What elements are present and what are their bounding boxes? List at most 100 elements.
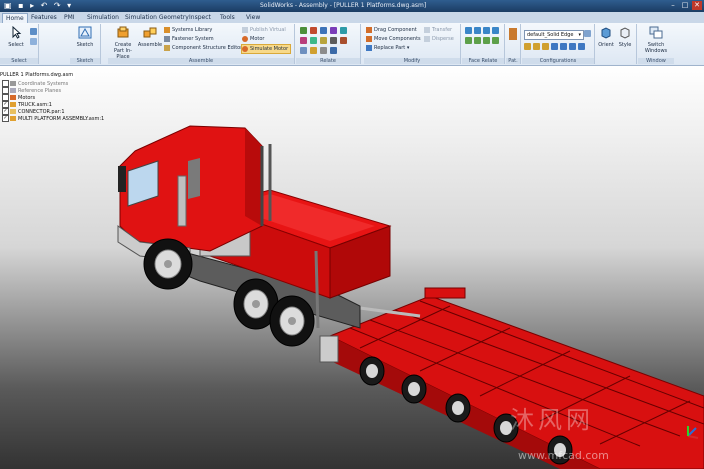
publish-virtual-button[interactable]: Publish Virtual bbox=[242, 26, 286, 34]
move-components-label: Move Components bbox=[374, 36, 421, 42]
select-options-icon[interactable] bbox=[30, 38, 37, 45]
configurations-group: default_Solid Edge ▾ Configurations bbox=[522, 24, 595, 64]
motor-button[interactable]: Motor bbox=[242, 35, 264, 43]
tab-view[interactable]: View bbox=[243, 13, 263, 23]
select-group-label: Select bbox=[0, 58, 38, 64]
axial-align-icon[interactable] bbox=[300, 37, 307, 44]
perpendicular-icon[interactable] bbox=[483, 27, 490, 34]
tree-root[interactable]: PULLER 1 Platforms.dwg.asm bbox=[0, 72, 76, 79]
config-icon-1[interactable] bbox=[524, 43, 531, 50]
coplanar-icon[interactable] bbox=[465, 27, 472, 34]
assemble-button[interactable]: Assemble bbox=[137, 26, 163, 48]
center-plane-icon[interactable] bbox=[330, 47, 337, 54]
cam-icon[interactable] bbox=[330, 37, 337, 44]
create-part-in-place-button[interactable]: Create Part In-Place bbox=[110, 26, 136, 60]
style-button[interactable]: Style bbox=[616, 26, 634, 48]
ground-face-icon[interactable] bbox=[483, 37, 490, 44]
transfer-button[interactable]: Transfer bbox=[424, 26, 452, 34]
close-button[interactable]: ✕ bbox=[692, 1, 702, 10]
move-components-button[interactable]: Move Components bbox=[366, 35, 421, 43]
mate-icon[interactable] bbox=[300, 27, 307, 34]
switch-windows-button[interactable]: Switch Windows bbox=[640, 26, 672, 54]
maximize-button[interactable]: □ bbox=[680, 1, 690, 10]
windows-icon bbox=[649, 26, 663, 39]
tree-checkbox[interactable]: ✓ bbox=[2, 101, 9, 108]
ribbon: Select Select Sketch Sketch Create Part … bbox=[0, 23, 704, 66]
minimize-button[interactable]: – bbox=[668, 1, 678, 10]
sketch-button[interactable]: Sketch bbox=[73, 26, 97, 48]
rigid-face-icon[interactable] bbox=[492, 37, 499, 44]
config-icon-6[interactable] bbox=[569, 43, 576, 50]
style-icon bbox=[620, 27, 630, 39]
config-icon-7[interactable] bbox=[578, 43, 585, 50]
tree-checkbox[interactable] bbox=[2, 80, 9, 87]
orient-style-group: Orient Style bbox=[596, 24, 637, 64]
tree-checkbox[interactable] bbox=[2, 87, 9, 94]
tree-item[interactable]: ✓ CONNECTOR.par:1 bbox=[2, 108, 65, 115]
tab-pmi[interactable]: PMI bbox=[61, 13, 78, 23]
tree-item[interactable]: ✓ TRUCK.asm:1 bbox=[2, 101, 52, 108]
window-group: Switch Windows Window bbox=[638, 24, 674, 64]
tab-inspect[interactable]: Inspect bbox=[186, 13, 214, 23]
angle-icon[interactable] bbox=[340, 27, 347, 34]
tree-item[interactable]: ✓ MULTI PLATFORM ASSEMBLY.asm:1 bbox=[2, 115, 104, 122]
systems-library-button[interactable]: Systems Library bbox=[164, 26, 212, 34]
component-structure-editor-button[interactable]: Component Structure Editor bbox=[164, 44, 242, 52]
config-icon-5[interactable] bbox=[560, 43, 567, 50]
simulate-motor-icon bbox=[242, 45, 248, 52]
tab-simulation[interactable]: Simulation bbox=[84, 13, 122, 23]
switch-windows-label: Switch Windows bbox=[644, 42, 668, 54]
disperse-button[interactable]: Disperse bbox=[424, 35, 454, 43]
replace-part-button[interactable]: Replace Part ▾ bbox=[366, 44, 409, 52]
graphics-viewport[interactable]: PULLER 1 Platforms.dwg.asm Coordinate Sy… bbox=[0, 66, 704, 469]
coordinate-systems-icon bbox=[10, 81, 16, 86]
tree-item[interactable]: Motors bbox=[2, 94, 35, 101]
component-structure-editor-label: Component Structure Editor bbox=[172, 45, 243, 51]
tree-checkbox[interactable] bbox=[2, 94, 9, 101]
select-button[interactable]: Select bbox=[4, 25, 28, 48]
pattern-icon[interactable] bbox=[509, 28, 517, 40]
symmetric-icon[interactable] bbox=[465, 37, 472, 44]
assemble-icon bbox=[143, 27, 157, 38]
configurations-group-label: Configurations bbox=[522, 58, 594, 64]
concentric-icon[interactable] bbox=[492, 27, 499, 34]
simulate-motor-button[interactable]: Simulate Motor bbox=[241, 44, 292, 54]
tab-tools[interactable]: Tools bbox=[217, 13, 238, 23]
parallel-icon[interactable] bbox=[474, 27, 481, 34]
ground-icon[interactable] bbox=[300, 47, 307, 54]
tree-checkbox[interactable]: ✓ bbox=[2, 108, 9, 115]
configuration-dropdown[interactable]: default_Solid Edge ▾ bbox=[524, 30, 584, 40]
config-icon-2[interactable] bbox=[533, 43, 540, 50]
select-label: Select bbox=[8, 42, 24, 48]
tree-checkbox[interactable]: ✓ bbox=[2, 115, 9, 122]
orient-button[interactable]: Orient bbox=[597, 26, 615, 48]
motor-label: Motor bbox=[250, 36, 265, 42]
tangent-icon[interactable] bbox=[320, 37, 327, 44]
connect-icon[interactable] bbox=[330, 27, 337, 34]
quick-access-toolbar[interactable]: ▣ ▪ ▸ ↶ ↷ ▾ bbox=[4, 1, 73, 10]
tree-item[interactable]: Coordinate Systems bbox=[2, 80, 68, 87]
drag-component-button[interactable]: Drag Component bbox=[366, 26, 417, 34]
tangent-face-icon[interactable] bbox=[474, 37, 481, 44]
config-icon-3[interactable] bbox=[542, 43, 549, 50]
config-icon-4[interactable] bbox=[551, 43, 558, 50]
planar-align-icon[interactable] bbox=[310, 37, 317, 44]
watermark-url: www.mfcad.com bbox=[518, 449, 609, 462]
assemble-group-label: Assemble bbox=[108, 58, 294, 64]
tab-simulation-geometry[interactable]: Simulation Geometry bbox=[122, 13, 192, 23]
tree-item[interactable]: Reference Planes bbox=[2, 87, 61, 94]
transfer-label: Transfer bbox=[432, 27, 453, 33]
rigid-set-icon[interactable] bbox=[320, 47, 327, 54]
window-group-label: Window bbox=[638, 58, 674, 64]
path-icon[interactable] bbox=[310, 47, 317, 54]
filter-icon[interactable] bbox=[30, 28, 37, 35]
config-icon-8[interactable] bbox=[584, 30, 591, 37]
face-relate-group-label: Face Relate bbox=[462, 58, 504, 64]
create-part-icon bbox=[117, 26, 129, 38]
align-icon[interactable] bbox=[310, 27, 317, 34]
insert-icon[interactable] bbox=[320, 27, 327, 34]
fastener-system-button[interactable]: Fastener System bbox=[164, 35, 214, 43]
tab-features[interactable]: Features bbox=[28, 13, 60, 23]
fastener-system-label: Fastener System bbox=[172, 36, 214, 42]
gear-icon[interactable] bbox=[340, 37, 347, 44]
